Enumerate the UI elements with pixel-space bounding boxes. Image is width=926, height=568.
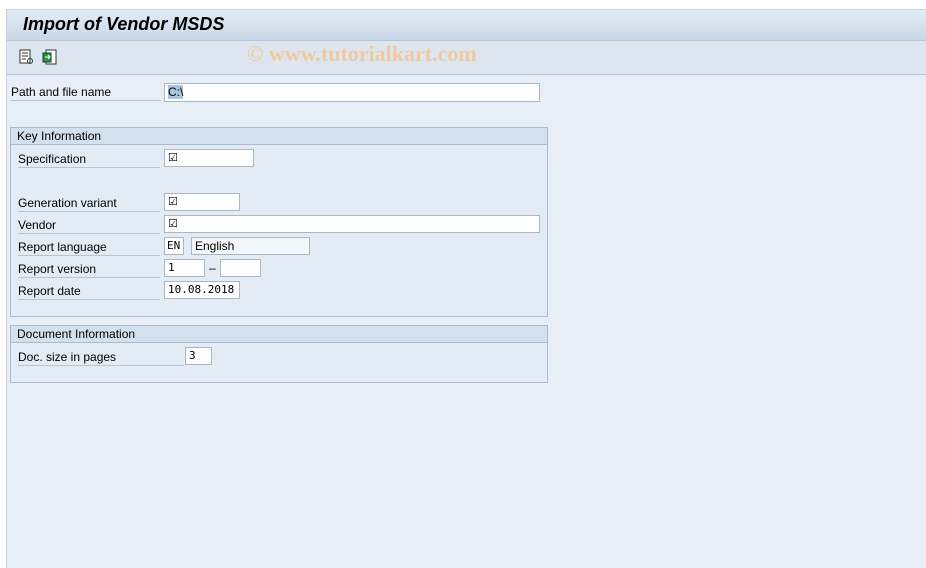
report-language-code-input[interactable]: EN xyxy=(164,237,184,255)
specification-input[interactable]: ☑ xyxy=(164,149,254,167)
execute-document-icon[interactable] xyxy=(18,49,34,65)
path-value: C:\ xyxy=(168,85,184,99)
path-input[interactable]: C:\ xyxy=(164,83,540,102)
group-title: Document Information xyxy=(11,326,547,343)
doc-size-label: Doc. size in pages xyxy=(18,349,184,366)
watermark: © www.tutorialkart.com xyxy=(247,41,477,66)
report-language-label: Report language xyxy=(18,239,160,256)
specification-label: Specification xyxy=(18,151,160,168)
group-title: Key Information xyxy=(11,128,547,145)
generation-variant-input[interactable]: ☑ xyxy=(164,193,240,211)
import-icon[interactable] xyxy=(42,49,58,65)
toolbar: © www.tutorialkart.com xyxy=(7,41,926,75)
path-label: Path and file name xyxy=(11,84,161,101)
doc-size-input[interactable]: 3 xyxy=(185,347,212,365)
report-version-from-input[interactable]: 1 xyxy=(164,259,205,277)
vendor-input[interactable]: ☑ xyxy=(164,215,540,233)
report-date-label: Report date xyxy=(18,283,160,300)
report-version-to-input[interactable] xyxy=(220,259,261,277)
generation-variant-label: Generation variant xyxy=(18,195,160,212)
vendor-label: Vendor xyxy=(18,217,160,234)
main-window: Import of Vendor MSDS © www.tutorialkart… xyxy=(6,9,926,568)
page-title: Import of Vendor MSDS xyxy=(23,14,225,34)
title-bar: Import of Vendor MSDS xyxy=(7,10,926,41)
report-version-label: Report version xyxy=(18,261,160,278)
range-separator: – xyxy=(209,261,216,275)
report-language-text: English xyxy=(191,237,310,255)
report-date-input[interactable]: 10.08.2018 xyxy=(164,281,240,299)
